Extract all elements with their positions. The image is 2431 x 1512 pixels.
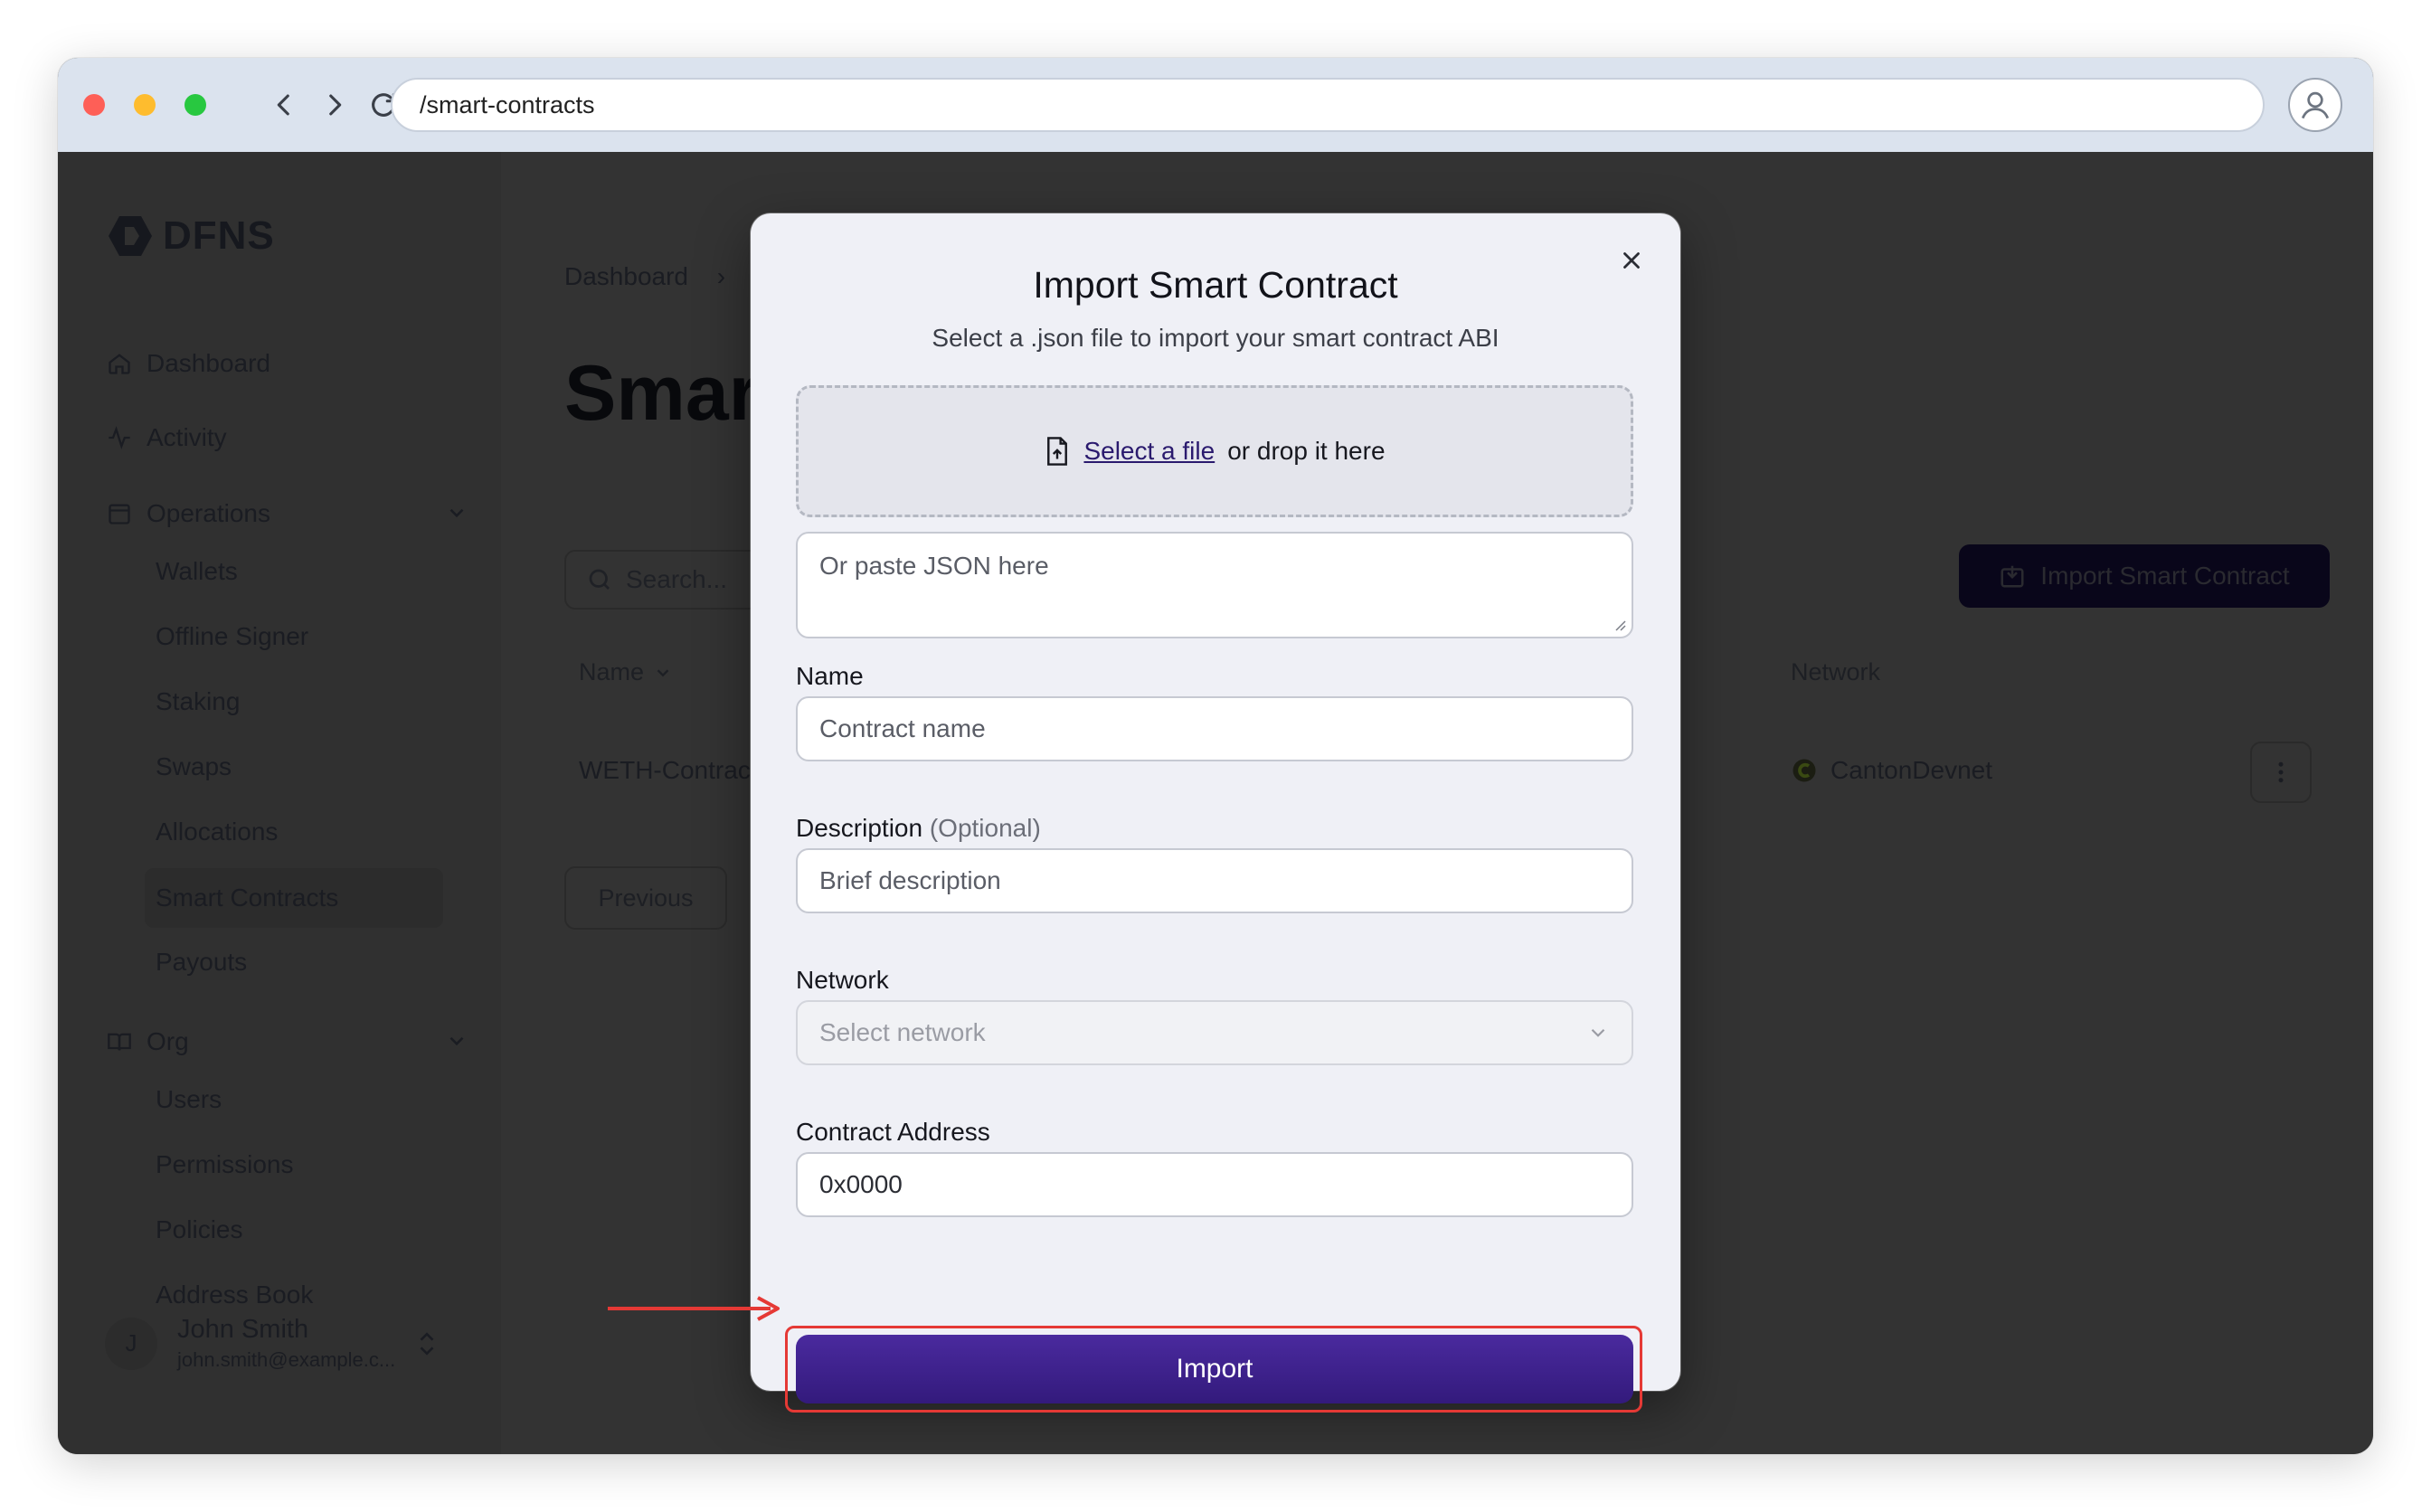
sidebar-item-label: Dashboard: [147, 349, 270, 377]
sidebar-item-permissions[interactable]: Permissions: [156, 1150, 293, 1179]
description-input[interactable]: Brief description: [796, 848, 1633, 913]
optional-tag: (Optional): [929, 814, 1041, 842]
sidebar-group-label: Org: [147, 1027, 189, 1055]
network-label: Network: [796, 966, 889, 994]
select-file-link[interactable]: Select a file: [1083, 437, 1215, 466]
contract-name-placeholder: Contract name: [819, 714, 986, 742]
file-upload-icon: [1047, 437, 1068, 466]
sidebar-group-org[interactable]: Org: [107, 1027, 189, 1056]
dialog-title: Import Smart Contract: [1033, 264, 1398, 306]
column-header-network: Network: [1791, 658, 1881, 685]
import-icon: [2001, 565, 2024, 588]
logo-text: DFNS: [163, 213, 275, 258]
dfns-logo: DFNS: [107, 213, 275, 259]
column-header-label: Name: [579, 658, 645, 685]
chevron-right-icon: [329, 94, 342, 116]
chevron-down-icon[interactable]: [445, 1029, 468, 1053]
user-email: john.smith@example.c...: [177, 1348, 396, 1371]
close-window-button[interactable]: [83, 94, 105, 116]
file-dropzone[interactable]: Select a file or drop it here: [796, 385, 1633, 517]
sidebar-group-label: Operations: [147, 499, 270, 527]
row-actions-button[interactable]: [2250, 742, 2312, 803]
dropzone-text: or drop it here: [1227, 437, 1386, 465]
network-select[interactable]: Select network: [796, 1000, 1633, 1065]
profile-button[interactable]: [2288, 78, 2342, 132]
sidebar-item-policies[interactable]: Policies: [156, 1215, 242, 1244]
search-placeholder: Search...: [626, 565, 728, 593]
chevron-down-icon: [1591, 1028, 1605, 1037]
sidebar-item-dashboard[interactable]: Dashboard: [107, 349, 270, 378]
previous-button[interactable]: Previous: [564, 866, 727, 930]
avatar: J: [105, 1317, 157, 1370]
sidebar: DFNS Dashboard Activity Operations Walle…: [58, 152, 501, 1454]
sidebar-item-wallets[interactable]: Wallets: [156, 557, 238, 586]
row-name[interactable]: WETH-Contrac: [579, 756, 751, 785]
network-name: CantonDevnet: [1830, 756, 1993, 784]
sidebar-group-operations[interactable]: Operations: [107, 499, 270, 528]
dialog-subtitle: Select a .json file to import your smart…: [932, 324, 1499, 352]
canton-network-icon: [1793, 759, 1816, 782]
name-label: Name: [796, 662, 864, 690]
sidebar-item-label: Activity: [147, 423, 227, 451]
sidebar-item-offline-signer[interactable]: Offline Signer: [156, 622, 308, 651]
description-label: Description (Optional): [796, 814, 1041, 843]
sidebar-item-staking[interactable]: Staking: [156, 687, 240, 716]
import-button[interactable]: Import: [796, 1335, 1633, 1403]
json-textarea[interactable]: Or paste JSON here: [796, 532, 1633, 638]
breadcrumb[interactable]: Dashboard ›: [564, 262, 725, 291]
breadcrumb-item[interactable]: Dashboard: [564, 262, 688, 290]
url-text: /smart-contracts: [420, 90, 595, 118]
resize-handle-icon[interactable]: [1612, 617, 1626, 631]
activity-icon: [109, 426, 130, 449]
user-icon: [2301, 91, 2330, 119]
chevron-up-down-icon: [420, 1331, 434, 1356]
import-smart-contract-label: Import Smart Contract: [2040, 562, 2290, 590]
sidebar-item-users[interactable]: Users: [156, 1085, 222, 1114]
chevron-down-icon: [657, 668, 669, 676]
browser-window: /smart-contracts DFNS Dashboard Activity…: [58, 58, 2373, 1454]
more-vertical-icon: [2278, 761, 2284, 783]
user-name: John Smith: [177, 1315, 309, 1344]
breadcrumb-separator: ›: [716, 262, 726, 290]
json-placeholder: Or paste JSON here: [819, 552, 1049, 580]
browser-chrome: /smart-contracts: [58, 58, 2373, 152]
sidebar-item-allocations[interactable]: Allocations: [156, 817, 278, 846]
maximize-window-button[interactable]: [184, 94, 206, 116]
column-header-name[interactable]: Name: [579, 658, 673, 686]
sidebar-item-activity[interactable]: Activity: [107, 423, 227, 452]
sidebar-item-smart-contracts[interactable]: Smart Contracts: [145, 868, 443, 928]
user-menu[interactable]: J John Smith john.smith@example.c...: [105, 1315, 439, 1372]
chevron-left-icon: [277, 94, 289, 116]
import-smart-contract-dialog: Import Smart Contract Select a .json fil…: [751, 213, 1680, 1413]
sidebar-item-address-book[interactable]: Address Book: [156, 1280, 313, 1309]
contract-name-input[interactable]: Contract name: [796, 696, 1633, 761]
search-input[interactable]: Search...: [564, 550, 763, 610]
back-button[interactable]: [264, 85, 304, 125]
book-icon: [108, 1033, 131, 1051]
home-icon: [109, 354, 130, 374]
page-title: Smar: [564, 350, 760, 437]
chevron-down-icon[interactable]: [445, 501, 468, 524]
contract-address-label: Contract Address: [796, 1118, 990, 1146]
minimize-window-button[interactable]: [134, 94, 156, 116]
contract-address-input[interactable]: 0x0000: [796, 1152, 1633, 1217]
contract-address-value: 0x0000: [819, 1170, 903, 1198]
description-placeholder: Brief description: [819, 866, 1001, 894]
search-icon: [589, 569, 610, 590]
calendar-icon: [109, 504, 130, 524]
forward-button[interactable]: [315, 85, 355, 125]
arrow-annotation-icon: [608, 1296, 780, 1321]
network-placeholder: Select network: [819, 1018, 986, 1046]
dfns-logo-icon: [109, 216, 152, 256]
row-network: CantonDevnet: [1791, 756, 1992, 785]
sidebar-item-payouts[interactable]: Payouts: [156, 948, 247, 977]
description-label-text: Description: [796, 814, 923, 842]
import-smart-contract-button[interactable]: Import Smart Contract: [1959, 544, 2330, 608]
url-bar[interactable]: /smart-contracts: [391, 78, 2265, 132]
sidebar-item-swaps[interactable]: Swaps: [156, 752, 232, 781]
